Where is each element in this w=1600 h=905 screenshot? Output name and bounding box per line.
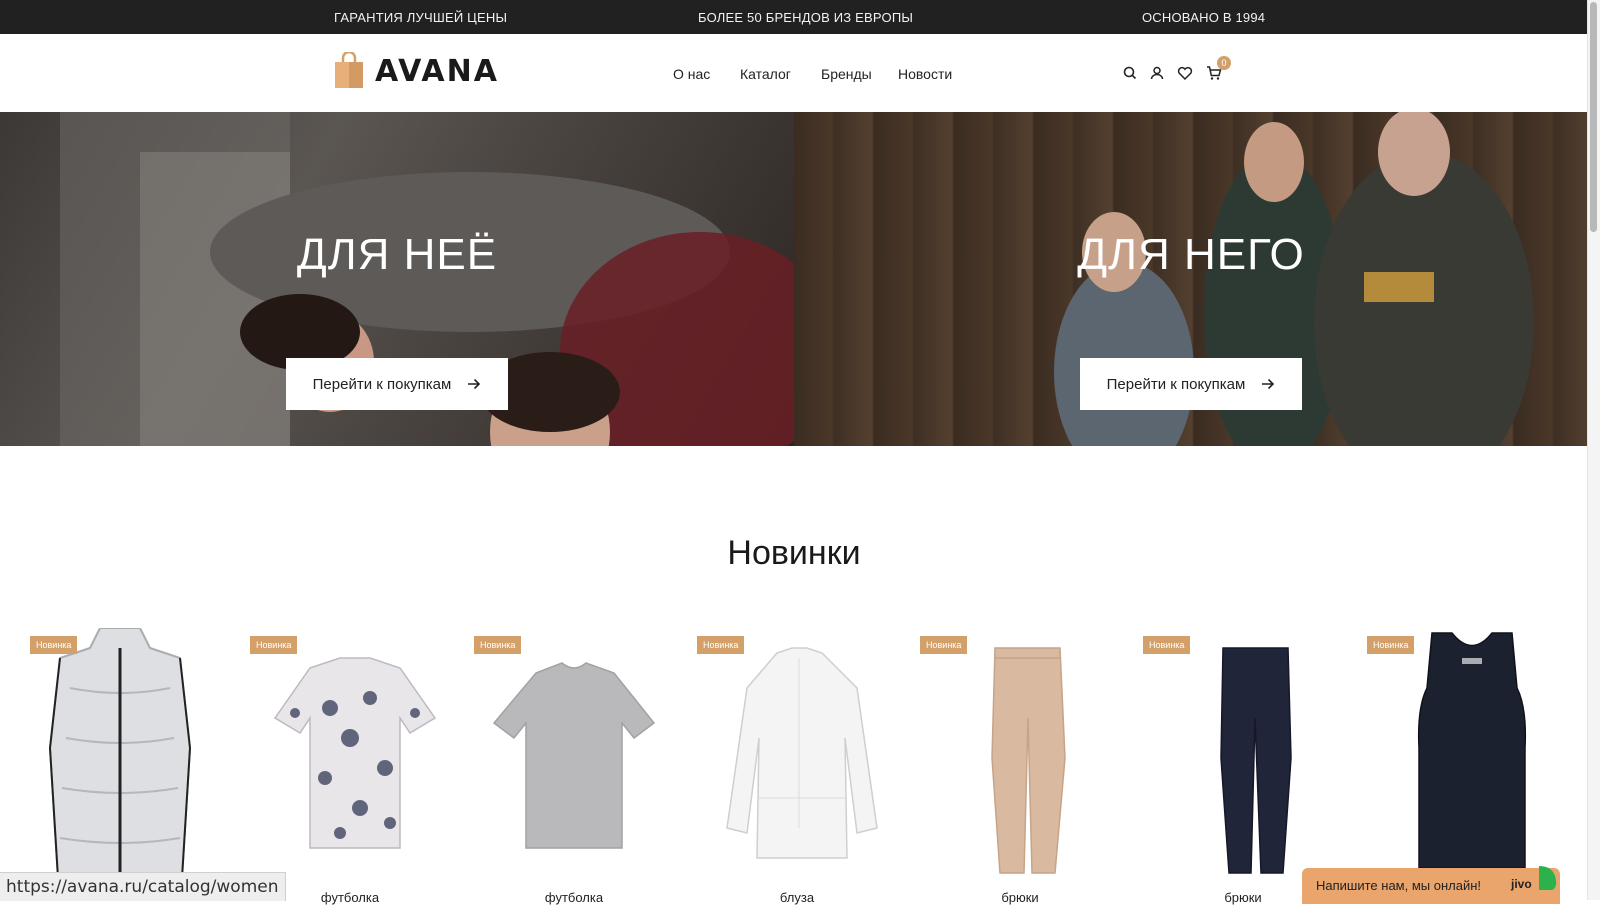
user-icon[interactable]: [1148, 64, 1166, 82]
product-image-black-tank: [1417, 632, 1527, 869]
hero-him-button-label: Перейти к покупкам: [1106, 375, 1246, 393]
new-arrivals-title: Новинки: [727, 534, 861, 572]
nav-brands[interactable]: Бренды: [821, 66, 872, 82]
product-card[interactable]: Новинка брюки: [920, 628, 1120, 905]
new-badge: Новинка: [697, 636, 745, 654]
new-badge: Новинка: [474, 636, 522, 654]
product-card[interactable]: Новинка: [1367, 628, 1567, 878]
heart-icon[interactable]: [1176, 64, 1194, 82]
product-image-vest: [48, 628, 192, 878]
new-badge: Новинка: [920, 636, 968, 654]
product-card[interactable]: Новинка футболка: [250, 628, 450, 905]
chat-widget[interactable]: Напишите нам, мы онлайн! jivo: [1302, 866, 1560, 904]
cart-count-badge: 0: [1217, 56, 1231, 70]
top-info-bar: ГАРАНТИЯ ЛУЧШЕЙ ЦЕНЫ БОЛЕЕ 50 БРЕНДОВ ИЗ…: [0, 0, 1588, 34]
jivo-logo: jivo: [1511, 877, 1532, 891]
status-bar-url: https://avana.ru/catalog/women: [0, 872, 286, 901]
new-badge: Новинка: [1367, 636, 1415, 654]
product-card[interactable]: Новинка: [30, 628, 230, 878]
chat-bubble-icon: [1539, 866, 1557, 890]
arrow-right-icon: [468, 378, 481, 390]
topbar-best-price: ГАРАНТИЯ ЛУЧШЕЙ ЦЕНЫ: [334, 10, 508, 25]
product-name[interactable]: брюки: [920, 890, 1120, 905]
hero-him-shop-button[interactable]: Перейти к покупкам: [1080, 358, 1302, 410]
new-badge: Новинка: [250, 636, 298, 654]
product-card[interactable]: Новинка блуза: [697, 628, 897, 905]
product-image-floral-tshirt: [273, 657, 437, 849]
scrollbar-thumb[interactable]: [1590, 2, 1597, 232]
arrow-right-icon: [1262, 378, 1275, 390]
product-card[interactable]: Новинка футболка: [474, 628, 674, 905]
topbar-founded: ОСНОВАНО В 1994: [1142, 10, 1266, 25]
nav-about[interactable]: О нас: [673, 66, 710, 82]
product-name[interactable]: футболка: [474, 890, 674, 905]
nav-news[interactable]: Новости: [898, 66, 952, 82]
hero-her-shop-button[interactable]: Перейти к покупкам: [286, 358, 508, 410]
topbar-brands: БОЛЕЕ 50 БРЕНДОВ ИЗ ЕВРОПЫ: [698, 10, 914, 25]
logo-text: AVANA: [375, 53, 499, 89]
product-image-navy-trousers: [1220, 647, 1292, 874]
hero-him-title: ДЛЯ НЕГО: [1077, 230, 1305, 279]
product-image-beige-trousers: [991, 647, 1066, 874]
hero-her-title: ДЛЯ НЕЁ: [296, 230, 498, 279]
logo[interactable]: AVANA: [333, 52, 499, 90]
nav-catalog[interactable]: Каталог: [740, 66, 791, 82]
new-badge: Новинка: [1143, 636, 1191, 654]
hero-for-him[interactable]: ДЛЯ НЕГО Перейти к покупкам: [794, 112, 1588, 446]
new-badge: Новинка: [30, 636, 78, 654]
search-icon[interactable]: [1121, 64, 1139, 82]
hero-her-button-label: Перейти к покупкам: [312, 375, 452, 393]
site-header: AVANA О нас Каталог Бренды Новости 0: [0, 34, 1588, 113]
product-image-grey-tshirt: [492, 662, 656, 849]
page-scrollbar[interactable]: [1587, 0, 1600, 900]
product-image-white-blouse: [726, 647, 878, 859]
shopping-bag-icon: [335, 52, 363, 88]
product-card[interactable]: Новинка брюки: [1143, 628, 1343, 905]
hero-for-her[interactable]: ДЛЯ НЕЁ Перейти к покупкам: [0, 112, 794, 446]
chat-text: Напишите нам, мы онлайн!: [1316, 878, 1482, 893]
product-name[interactable]: блуза: [697, 890, 897, 905]
